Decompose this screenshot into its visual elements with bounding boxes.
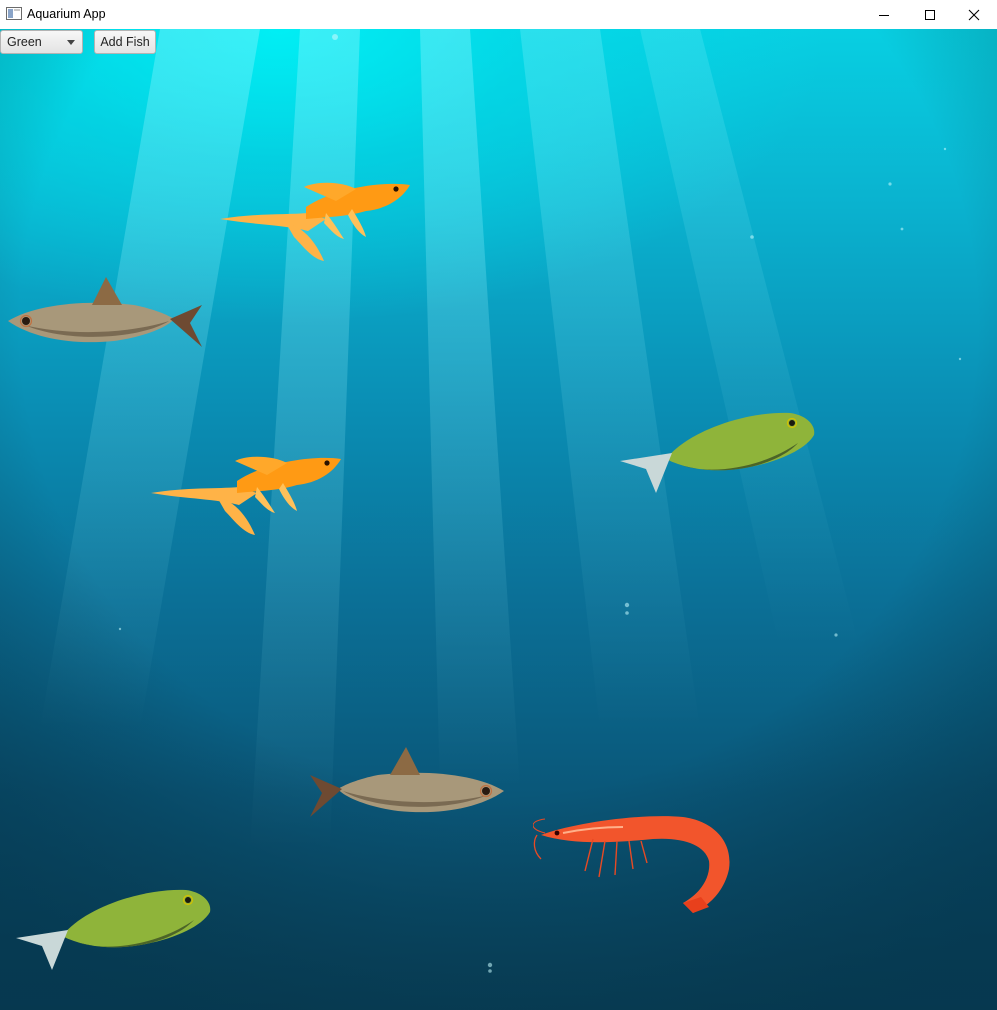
- goldfish[interactable]: [147, 453, 345, 539]
- fish-color-value: Green: [7, 35, 42, 49]
- silver-fish[interactable]: [308, 745, 508, 819]
- close-button[interactable]: [951, 0, 997, 29]
- shrimp[interactable]: [533, 811, 738, 917]
- goldfish[interactable]: [216, 179, 414, 265]
- minimize-icon: [879, 14, 889, 16]
- green-fish[interactable]: [620, 409, 818, 495]
- maximize-button[interactable]: [907, 0, 953, 29]
- maximize-icon: [925, 9, 935, 20]
- add-fish-button[interactable]: Add Fish: [94, 30, 156, 54]
- window-title: Aquarium App: [27, 7, 106, 21]
- aquarium-canvas[interactable]: [0, 29, 997, 1010]
- minimize-button[interactable]: [861, 0, 907, 29]
- chevron-down-icon: [67, 40, 75, 45]
- fish-color-select[interactable]: Green: [0, 30, 83, 54]
- green-fish[interactable]: [16, 886, 214, 972]
- title-bar: Aquarium App: [0, 0, 997, 29]
- app-icon: [6, 7, 22, 20]
- silver-fish[interactable]: [4, 275, 204, 349]
- close-icon: [968, 9, 980, 20]
